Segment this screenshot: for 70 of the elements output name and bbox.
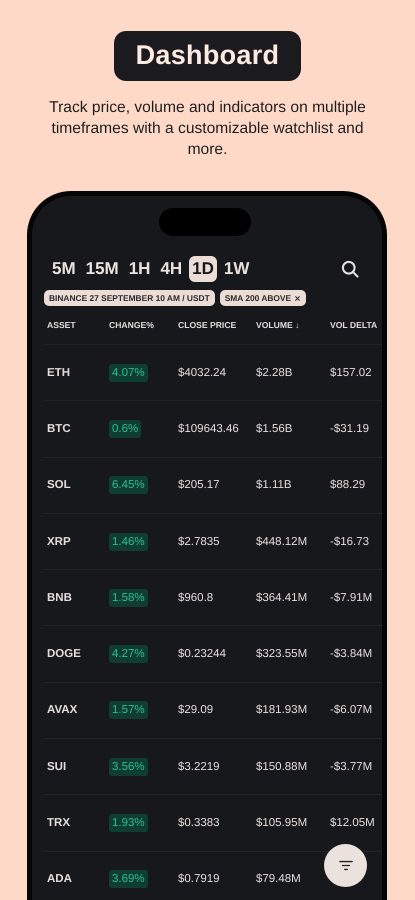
volume-value: $79.48M [256,873,302,886]
column-header[interactable]: VOL DELTA [330,320,382,330]
volume-delta: $12.05M [330,817,376,830]
volume-value: $2.28B [256,366,294,379]
change-badge: 3.56% [109,758,148,776]
close-price: $2.7835 [178,536,221,548]
asset-symbol: TRX [47,817,71,830]
volume-delta: $88.29 [330,479,366,492]
change-badge: 1.58% [109,588,148,607]
close-price: $109643.46 [178,422,240,435]
volume-value: $323.55M [256,648,308,660]
timeframe-tab[interactable]: 5M [49,256,79,282]
change-badge: 4.07% [109,364,148,382]
asset-symbol: XRP [47,536,72,548]
volume-delta: -$16.73 [330,536,370,548]
timeframe-tab[interactable]: 1W [220,256,252,282]
asset-symbol: AVAX [47,704,78,716]
asset-symbol: SOL [47,479,72,492]
change-badge: 3.69% [109,870,148,888]
change-badge: 1.57% [109,701,148,720]
volume-delta: -$7.91M [330,592,374,604]
volume-delta: -$6.07M [330,704,374,716]
close-price: $0.3383 [178,817,221,830]
filter-chip[interactable]: BINANCE 27 SEPTEMBER 10 AM / USDT [44,290,215,306]
volume-delta: -$3.77M [330,760,374,773]
filter-label: SMA 200 ABOVE [224,293,292,303]
column-header[interactable]: CHANGE% [109,320,178,330]
close-price: $29.09 [178,704,214,716]
volume-value: $364.41M [256,592,308,604]
close-price: $0.7919 [178,873,221,886]
change-badge: 4.27% [109,645,148,664]
timeframe-tab[interactable]: 15M [82,256,122,282]
volume-value: $181.93M [256,704,308,716]
search-icon[interactable] [340,259,360,279]
asset-symbol: ADA [47,873,73,886]
volume-delta: -$3.84M [330,648,374,660]
volume-value: $1.11B [256,479,293,492]
page-title: Dashboard [114,31,302,81]
close-price: $3.2219 [178,760,221,773]
volume-value: $448.12M [256,536,308,548]
change-badge: 6.45% [109,476,148,494]
column-header[interactable]: CLOSE PRICE [178,320,256,330]
page-subtitle: Track price, volume and indicators on multiple timeframes with a customizable watchlist and more. [48,98,367,160]
filter-icon [338,860,352,871]
column-header[interactable]: VOLUME ↓ [256,320,330,330]
timeframe-tab[interactable]: 4H [157,256,186,282]
column-header[interactable]: ASSET [47,320,109,330]
close-price: $0.23244 [178,648,227,660]
asset-symbol: ETH [47,366,71,379]
timeframe-tab[interactable]: 1D [189,256,217,282]
volume-value: $150.88M [256,760,308,773]
volume-value: $105.95M [256,817,308,830]
volume-delta: -$31.19 [330,422,370,435]
asset-symbol: SUI [47,760,68,773]
asset-symbol: BTC [47,422,72,435]
volume-delta: $157.02 [330,366,373,379]
volume-value: $1.56B [256,422,294,435]
filter-button[interactable] [324,844,367,887]
close-price: $4032.24 [178,366,227,379]
close-price: $960.8 [178,592,214,604]
asset-symbol: BNB [47,592,73,604]
change-badge: 1.93% [109,814,148,832]
change-badge: 0.6% [109,420,142,438]
filter-chip[interactable]: SMA 200 ABOVE [220,290,306,306]
close-price: $205.17 [178,479,221,492]
close-icon[interactable] [294,294,302,302]
change-badge: 1.46% [109,532,148,551]
filter-label: BINANCE 27 SEPTEMBER 10 AM / USDT [49,293,210,303]
asset-symbol: DOGE [47,648,82,660]
timeframe-tab[interactable]: 1H [126,256,154,282]
